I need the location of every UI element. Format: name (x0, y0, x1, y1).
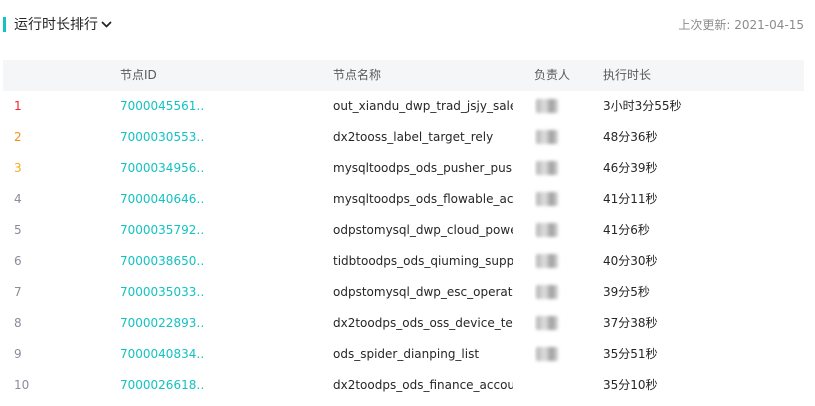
table-row[interactable]: 6 7000038650… tidbtoodps_ods_qiuming_suppl… (3, 246, 804, 277)
table-header: 节点ID 节点名称 负责人 执行时长 (3, 60, 804, 91)
table-row[interactable]: 3 7000034956… mysqltoodps_ods_pusher_push…… (3, 153, 804, 184)
rank-number: 9 (14, 347, 22, 361)
node-name: mysqltoodps_ods_pusher_push… (333, 161, 513, 175)
node-name: odpstomysql_dwp_cloud_power… (333, 223, 513, 237)
owner-avatar (534, 184, 584, 215)
rank-number: 2 (14, 130, 22, 144)
redacted-owner-image (536, 223, 558, 237)
column-header-node-name: 节点名称 (333, 68, 382, 82)
owner-avatar (534, 246, 584, 277)
node-id-link[interactable]: 7000045561… (120, 91, 204, 122)
node-name: dx2toodps_ods_finance_accoun… (333, 378, 513, 392)
column-header-owner: 负责人 (534, 68, 571, 82)
redacted-owner-image (536, 347, 558, 361)
panel-title[interactable]: 运行时长排行 (14, 15, 98, 35)
run-duration: 48分36秒 (603, 130, 658, 144)
table-row[interactable]: 1 7000045561… out_xiandu_dwp_trad_jsjy_sal… (3, 91, 804, 122)
last-updated-text: 上次更新: 2021-04-15 (678, 18, 804, 32)
owner-avatar (534, 277, 584, 308)
rank-number: 8 (14, 316, 22, 330)
panel-header: 运行时长排行 上次更新: 2021-04-15 (0, 14, 815, 38)
node-id-link[interactable]: 7000040834… (120, 339, 204, 370)
node-id-link[interactable]: 7000022893… (120, 308, 204, 339)
table-row[interactable]: 9 7000040834… ods_spider_dianping_list 35分5… (3, 339, 804, 370)
column-header-node-id: 节点ID (120, 68, 157, 82)
node-id-link[interactable]: 7000035033… (120, 277, 204, 308)
table-body: 1 7000045561… out_xiandu_dwp_trad_jsjy_sal… (3, 91, 804, 401)
runtime-ranking-panel: 运行时长排行 上次更新: 2021-04-15 节点ID 节点名称 负责人 执行… (0, 0, 815, 406)
table-row[interactable]: 7 7000035033… odpstomysql_dwp_esc_operatio… (3, 277, 804, 308)
node-id-link[interactable]: 7000034956… (120, 153, 204, 184)
rank-number: 7 (14, 285, 22, 299)
run-duration: 3小时3分55秒 (603, 99, 682, 113)
rank-number: 4 (14, 192, 22, 206)
redacted-owner-image (536, 130, 558, 144)
rank-number: 5 (14, 223, 22, 237)
owner-avatar (534, 91, 584, 122)
node-name: ods_spider_dianping_list (333, 347, 480, 361)
owner-avatar (534, 308, 584, 339)
run-duration: 37分38秒 (603, 316, 658, 330)
node-name: out_xiandu_dwp_trad_jsjy_sale_… (333, 99, 513, 113)
rank-number: 10 (14, 378, 30, 392)
rank-number: 1 (14, 99, 22, 113)
node-id-link[interactable]: 7000038650… (120, 246, 204, 277)
node-id-link[interactable]: 7000040646… (120, 184, 204, 215)
table-row[interactable]: 8 7000022893… dx2toodps_ods_oss_device_tes… (3, 308, 804, 339)
run-duration: 40分30秒 (603, 254, 658, 268)
run-duration: 41分6秒 (603, 223, 650, 237)
run-duration: 35分51秒 (603, 347, 658, 361)
rank-number: 6 (14, 254, 22, 268)
owner-avatar (534, 122, 584, 153)
redacted-owner-image (536, 316, 558, 330)
node-name: tidbtoodps_ods_qiuming_supply… (333, 254, 513, 268)
redacted-owner-image (536, 192, 558, 206)
rank-number: 3 (14, 161, 22, 175)
table-row[interactable]: 5 7000035792… odpstomysql_dwp_cloud_power…… (3, 215, 804, 246)
redacted-owner-image (536, 161, 558, 175)
title-accent-bar (3, 17, 6, 32)
node-id-link[interactable]: 7000030553… (120, 122, 204, 153)
run-duration: 35分10秒 (603, 378, 658, 392)
run-duration: 46分39秒 (603, 161, 658, 175)
table-row[interactable]: 4 7000040646… mysqltoodps_ods_flowable_act… (3, 184, 804, 215)
node-name: odpstomysql_dwp_esc_operatio… (333, 285, 513, 299)
node-name: mysqltoodps_ods_flowable_act… (333, 192, 513, 206)
ranking-table: 节点ID 节点名称 负责人 执行时长 1 7000045561… out_xiand… (3, 60, 804, 401)
owner-avatar (534, 153, 584, 184)
node-name: dx2toodps_ods_oss_device_tes… (333, 316, 513, 330)
redacted-owner-image (536, 254, 558, 268)
owner-avatar (534, 370, 584, 401)
column-header-duration: 执行时长 (603, 68, 652, 82)
run-duration: 39分5秒 (603, 285, 650, 299)
table-row[interactable]: 10 7000026618… dx2toodps_ods_finance_accou… (3, 370, 804, 401)
owner-avatar (534, 215, 584, 246)
redacted-owner-image (536, 99, 558, 113)
node-id-link[interactable]: 7000026618… (120, 370, 204, 401)
chevron-down-icon[interactable] (101, 19, 112, 30)
redacted-owner-image (536, 285, 558, 299)
node-id-link[interactable]: 7000035792… (120, 215, 204, 246)
node-name: dx2tooss_label_target_rely (333, 130, 494, 144)
table-row[interactable]: 2 7000030553… dx2tooss_label_target_rely 48… (3, 122, 804, 153)
run-duration: 41分11秒 (603, 192, 658, 206)
owner-avatar (534, 339, 584, 370)
